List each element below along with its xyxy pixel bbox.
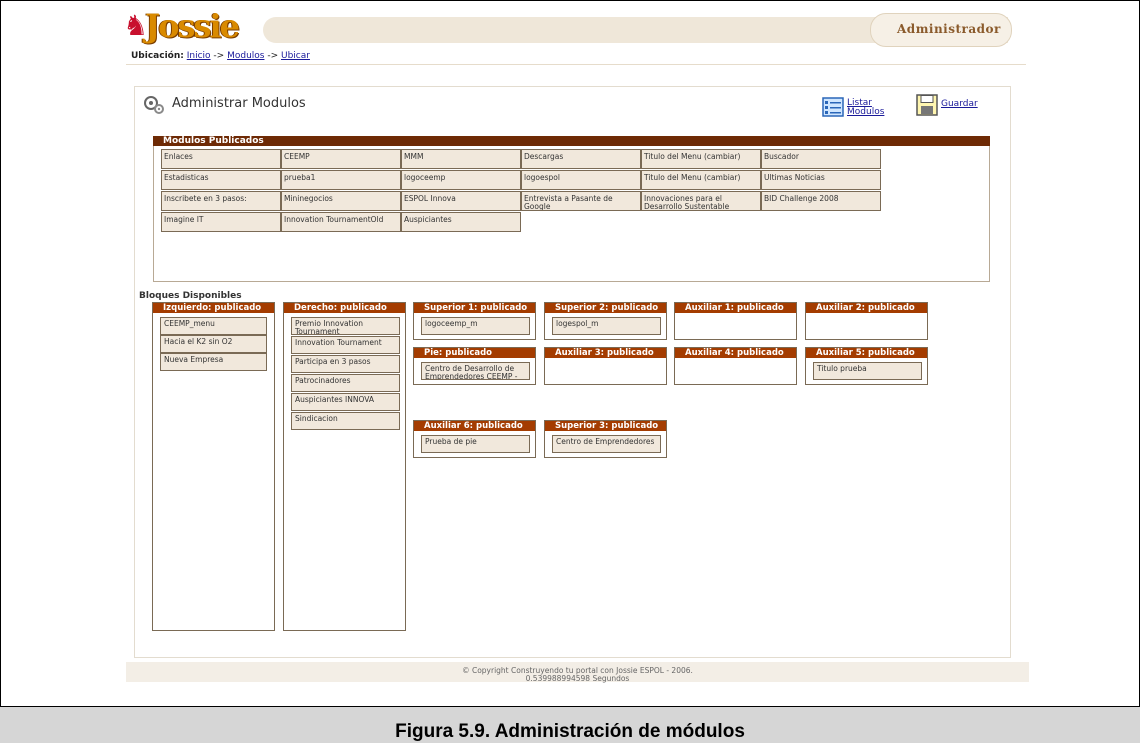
block-column-superior1: Superior 1: publicado logoceemp_m	[413, 302, 536, 340]
block-item[interactable]: logoceemp_m	[421, 317, 530, 335]
block-item[interactable]: Innovation Tournament	[291, 336, 400, 354]
published-module[interactable]: Titulo del Menu (cambiar)	[641, 149, 761, 169]
published-module[interactable]: Estadisticas	[161, 170, 281, 190]
published-module[interactable]: logoceemp	[401, 170, 521, 190]
logo-text: Jossie	[145, 7, 240, 45]
admin-badge: Administrador	[870, 13, 1012, 47]
block-item[interactable]: Centro de Desarrollo de Emprendedores CE…	[421, 362, 530, 380]
block-column-header: Auxiliar 6: publicado	[414, 421, 535, 431]
block-column-auxiliar5: Auxiliar 5: publicado Titulo prueba	[805, 347, 928, 385]
published-module[interactable]: Inscribete en 3 pasos:	[161, 191, 281, 211]
breadcrumb-label: Ubicación:	[131, 51, 184, 61]
block-column-auxiliar1: Auxiliar 1: publicado	[674, 302, 797, 340]
block-column-header: Auxiliar 2: publicado	[806, 303, 927, 313]
jossie-logo[interactable]: ♞ Jossie	[123, 5, 263, 45]
block-column-header: Auxiliar 5: publicado	[806, 348, 927, 358]
block-item[interactable]: Hacia el K2 sin O2	[160, 335, 267, 353]
published-module[interactable]: Innovaciones para el Desarrollo Sustenta…	[641, 191, 761, 211]
published-module[interactable]: Descargas	[521, 149, 641, 169]
block-item[interactable]: Titulo prueba	[813, 362, 922, 380]
block-column-auxiliar2: Auxiliar 2: publicado	[805, 302, 928, 340]
gear-icon	[142, 94, 166, 116]
block-column-header: Derecho: publicado	[284, 303, 405, 313]
block-column-izquierdo: Izquierdo: publicado CEEMP_menu Hacia el K…	[152, 302, 275, 631]
available-blocks-title: Bloques Disponibles	[139, 291, 242, 301]
block-column-header: Auxiliar 4: publicado	[675, 348, 796, 358]
published-module[interactable]: logoespol	[521, 170, 641, 190]
published-module[interactable]: Ultimas Noticias	[761, 170, 881, 190]
block-item[interactable]: Premio Innovation Tournament	[291, 317, 400, 335]
footer-text: © Copyright Construyendo tu portal con J…	[126, 667, 1029, 683]
breadcrumb-sep: ->	[264, 51, 281, 61]
breadcrumb-inicio[interactable]: Inicio	[187, 51, 211, 61]
save-link[interactable]: Guardar	[941, 99, 978, 109]
published-module[interactable]: Entrevista a Pasante de Google	[521, 191, 641, 211]
block-column-auxiliar6: Auxiliar 6: publicado Prueba de pie	[413, 420, 536, 458]
admin-badge-label: Administrador	[897, 22, 1001, 36]
caption-text: Figura 5.9. Administración de módulos	[395, 721, 745, 742]
block-column-header: Auxiliar 3: publicado	[545, 348, 666, 358]
block-column-header: Superior 2: publicado	[545, 303, 666, 313]
published-module[interactable]: MMM	[401, 149, 521, 169]
published-module[interactable]: Mininegocios	[281, 191, 401, 211]
published-module[interactable]: CEEMP	[281, 149, 401, 169]
block-column-header: Pie: publicado	[414, 348, 535, 358]
published-module[interactable]: Auspiciantes	[401, 212, 521, 232]
divider	[126, 64, 1026, 65]
block-column-auxiliar4: Auxiliar 4: publicado	[674, 347, 797, 385]
block-column-header: Superior 1: publicado	[414, 303, 535, 313]
breadcrumb-ubicar[interactable]: Ubicar	[281, 51, 310, 61]
breadcrumb-sep: ->	[210, 51, 228, 61]
block-column-auxiliar3: Auxiliar 3: publicado	[544, 347, 667, 385]
block-item[interactable]: Participa en 3 pasos	[291, 355, 400, 373]
save-icon[interactable]	[916, 94, 938, 116]
published-module[interactable]: Imagine IT	[161, 212, 281, 232]
breadcrumb: Ubicación: Inicio -> Modulos -> Ubicar	[131, 51, 310, 61]
breadcrumb-modulos[interactable]: Modulos	[227, 51, 264, 61]
list-icon[interactable]	[822, 97, 844, 117]
block-item[interactable]: Sindicacion	[291, 412, 400, 430]
render-time: 0.539988994598 Segundos	[525, 674, 630, 683]
block-column-header: Izquierdo: publicado	[153, 303, 274, 313]
published-modules-header: Modulos Publicados	[153, 136, 990, 146]
block-column-header: Superior 3: publicado	[545, 421, 666, 431]
block-item[interactable]: Prueba de pie	[421, 435, 530, 453]
block-item[interactable]: Auspiciantes INNOVA	[291, 393, 400, 411]
block-item[interactable]: CEEMP_menu	[160, 317, 267, 335]
published-module[interactable]: Buscador	[761, 149, 881, 169]
published-module[interactable]: Enlaces	[161, 149, 281, 169]
block-item[interactable]: Centro de Emprendedores	[552, 435, 661, 453]
published-module[interactable]: Innovation TournamentOld	[281, 212, 401, 232]
block-item[interactable]: Patrocinadores	[291, 374, 400, 392]
block-column-header: Auxiliar 1: publicado	[675, 303, 796, 313]
figure-caption: Figura 5.9. Administración de módulos	[0, 706, 1140, 743]
list-modules-link[interactable]: Listar Modulos	[847, 99, 887, 117]
published-module[interactable]: Titulo del Menu (cambiar)	[641, 170, 761, 190]
block-column-superior2: Superior 2: publicado logespol_m	[544, 302, 667, 340]
block-item[interactable]: logespol_m	[552, 317, 661, 335]
block-item[interactable]: Nueva Empresa	[160, 353, 267, 371]
block-column-pie: Pie: publicado Centro de Desarrollo de Em…	[413, 347, 536, 385]
published-module[interactable]: BID Challenge 2008	[761, 191, 881, 211]
published-module[interactable]: prueba1	[281, 170, 401, 190]
block-column-derecho: Derecho: publicado Premio Innovation Tour…	[283, 302, 406, 631]
published-module[interactable]: ESPOL Innova	[401, 191, 521, 211]
block-column-superior3: Superior 3: publicado Centro de Emprended…	[544, 420, 667, 458]
